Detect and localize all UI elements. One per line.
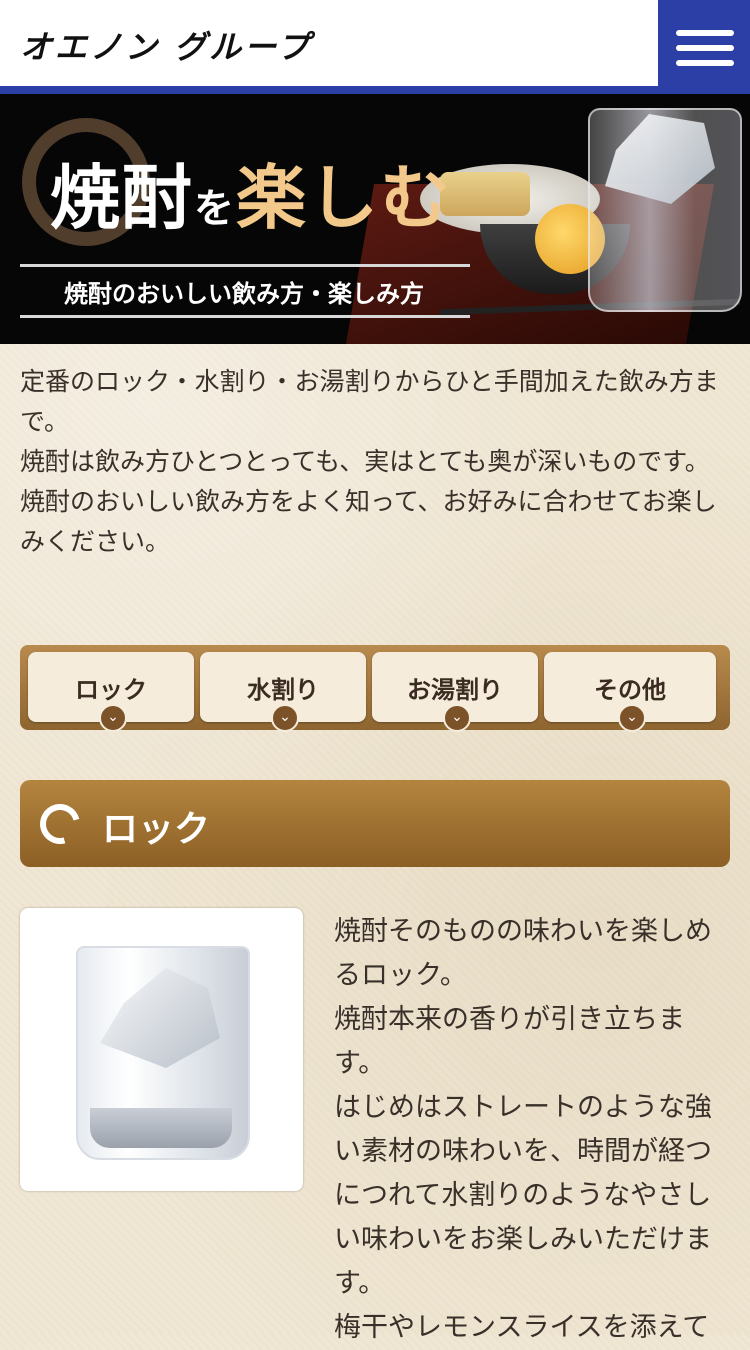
hamburger-menu-icon xyxy=(676,60,734,66)
chevron-down-icon: ⌄ xyxy=(443,704,471,732)
tab-label: その他 xyxy=(594,676,666,704)
tab-label: 水割り xyxy=(247,676,319,704)
description-paragraph: はじめはストレートのような強い素材の味わいを、時間が経つにつれて水割りのようなや… xyxy=(334,1092,712,1299)
intro-paragraph: 焼酎は飲み方ひとつとっても、実はとても奥が深いものです。 xyxy=(20,447,710,476)
circle-icon xyxy=(32,796,88,852)
section-header: ロック xyxy=(20,780,730,867)
chevron-down-icon: ⌄ xyxy=(271,704,299,732)
tab-mizuwari[interactable]: 水割り ⌄ xyxy=(200,652,366,732)
hero-subtitle: 焼酎のおいしい飲み方・楽しみ方 xyxy=(64,280,424,308)
rock-description: 焼酎そのものの味わいを楽しめるロック。 焼酎本来の香りが引き立ちます。 はじめは… xyxy=(334,910,734,1350)
tab-oyuwari[interactable]: お湯割り ⌄ xyxy=(372,652,538,732)
hero-title-particle: を xyxy=(194,185,236,232)
divider xyxy=(20,315,470,318)
menu-button[interactable] xyxy=(658,0,750,94)
tab-label: ロック xyxy=(75,676,147,704)
header-accent-bar xyxy=(0,86,750,94)
intro-paragraph: 定番のロック・水割り・お湯割りからひと手間加えた飲み方まで。 xyxy=(20,367,719,436)
hero-title: 焼酎を楽しむ xyxy=(50,142,452,243)
intro-paragraph: 焼酎のおいしい飲み方をよく知って、お好みに合わせてお楽しみください。 xyxy=(20,487,717,556)
tab-label: お湯割り xyxy=(407,676,503,704)
chevron-down-icon: ⌄ xyxy=(618,704,646,732)
divider xyxy=(20,264,470,267)
hero-banner: 焼酎を楽しむ 焼酎のおいしい飲み方・楽しみ方 xyxy=(0,94,750,344)
header: オエノン グループ xyxy=(0,0,750,86)
hero-title-gold: 楽しむ xyxy=(236,156,452,239)
rock-glass-image xyxy=(20,908,303,1191)
description-paragraph: 焼酎そのものの味わいを楽しめるロック。 xyxy=(334,916,712,991)
description-paragraph: 梅干やレモンスライスを添えて xyxy=(334,1312,710,1343)
description-paragraph: 焼酎本来の香りが引き立ちます。 xyxy=(334,1004,685,1079)
drink-style-tabs: ロック ⌄ 水割り ⌄ お湯割り ⌄ その他 ⌄ xyxy=(20,645,730,732)
hero-title-main: 焼酎 xyxy=(50,156,194,239)
logo[interactable]: オエノン グループ xyxy=(20,22,312,68)
tab-rock[interactable]: ロック ⌄ xyxy=(28,652,194,732)
intro-text: 定番のロック・水割り・お湯割りからひと手間加えた飲み方まで。 焼酎は飲み方ひとつ… xyxy=(20,362,732,562)
glass-base xyxy=(90,1108,232,1148)
section-title: ロック xyxy=(102,809,211,850)
hamburger-menu-icon xyxy=(676,30,734,36)
chevron-down-icon: ⌄ xyxy=(99,704,127,732)
tab-other[interactable]: その他 ⌄ xyxy=(544,652,716,732)
hamburger-menu-icon xyxy=(676,45,734,51)
food-image xyxy=(440,172,530,216)
